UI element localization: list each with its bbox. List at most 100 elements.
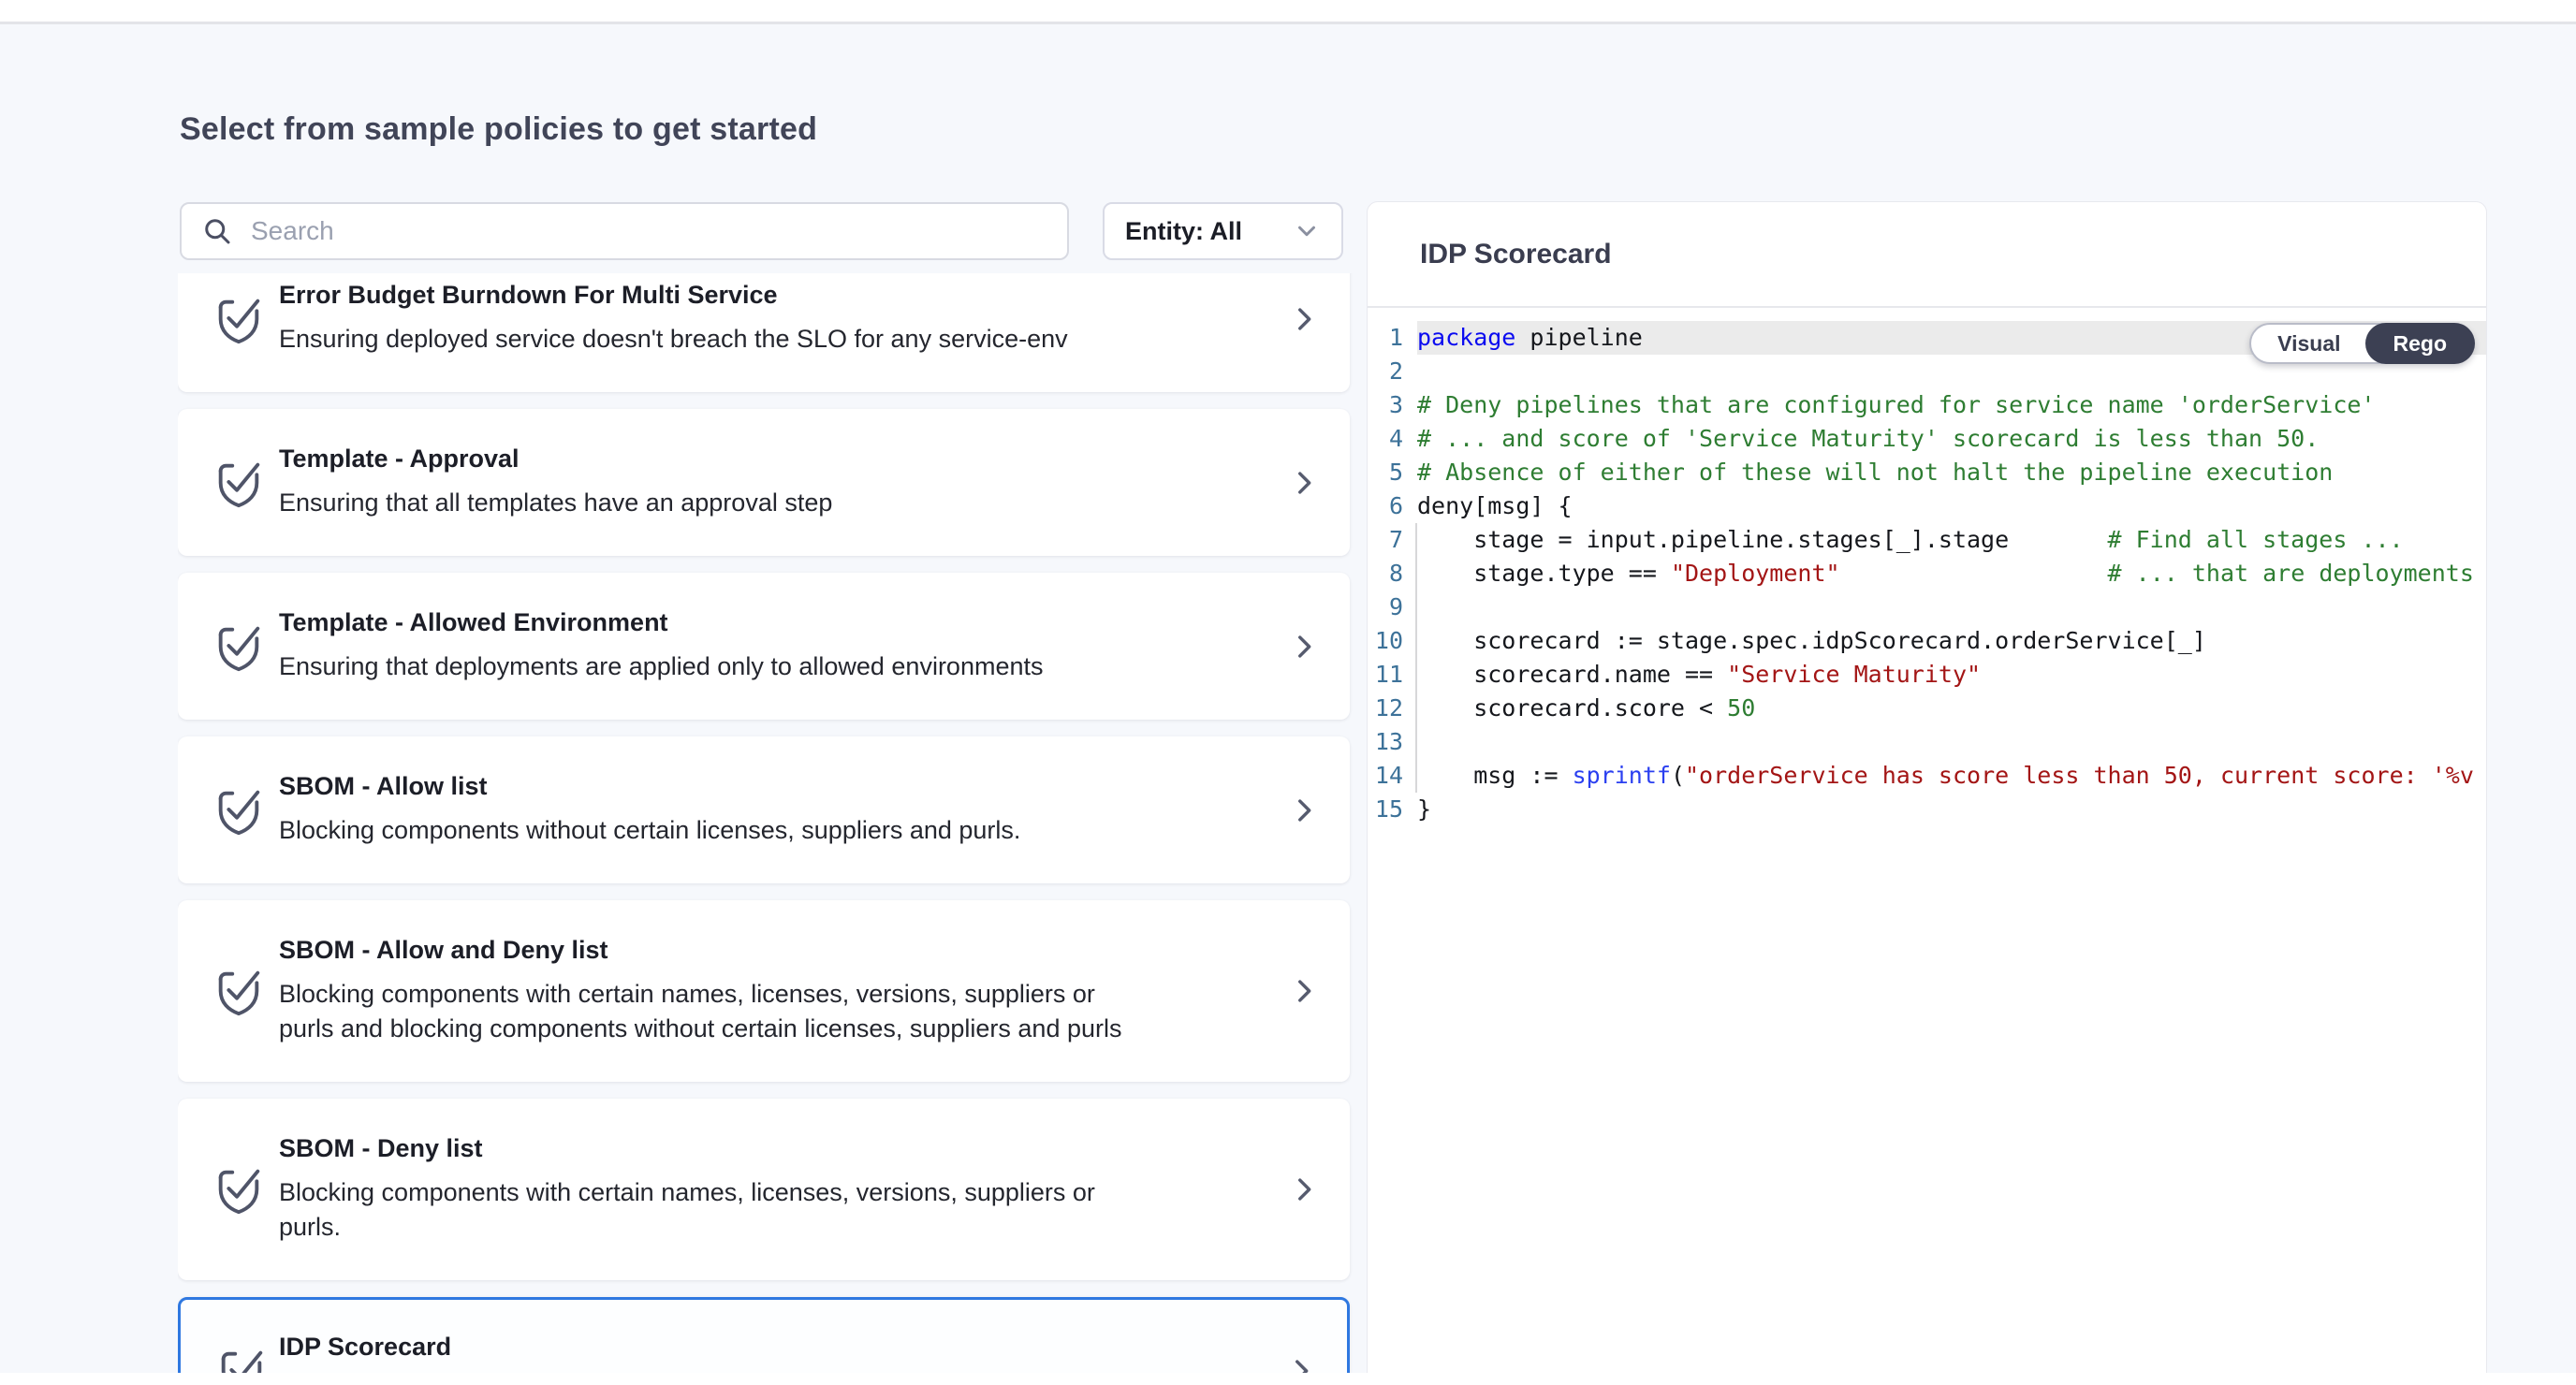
code-line-content: stage.type == "Deployment" # ... that ar…	[1417, 557, 2486, 590]
code-line-content: # Deny pipelines that are configured for…	[1417, 388, 2486, 422]
code-line-content	[1417, 590, 2486, 624]
policy-description: Blocking components with certain names, …	[279, 1175, 1247, 1245]
policy-card-1[interactable]: Error Budget Burndown For Multi Service …	[178, 273, 1350, 392]
line-number: 15	[1368, 793, 1403, 826]
code-segment: }	[1417, 795, 1431, 823]
code-segment: # ... and score of 'Service Maturity' sc…	[1417, 425, 2319, 452]
code-line-content: scorecard.name == "Service Maturity"	[1417, 658, 2486, 692]
entity-filter-label: Entity: All	[1125, 217, 1293, 246]
chevron-right-icon	[1288, 301, 1320, 342]
toggle-option-visual[interactable]: Visual	[2251, 325, 2366, 362]
code-line-content: stage = input.pipeline.stages[_].stage #…	[1417, 523, 2486, 557]
code-line: 6 deny[msg] {	[1368, 489, 2486, 523]
policy-description: Ensuring that deployments are applied on…	[279, 649, 1247, 684]
policy-title: SBOM - Allow and Deny list	[279, 934, 1247, 966]
line-number: 10	[1368, 624, 1403, 658]
code-segment: # Find all stages ...	[2108, 526, 2404, 553]
top-app-bar	[0, 0, 2576, 24]
code-line: 7 stage = input.pipeline.stages[_].stage…	[1368, 523, 2486, 557]
visual-rego-toggle[interactable]: VisualRego	[2249, 323, 2475, 364]
policy-card-6[interactable]: SBOM - Deny list Blocking components wit…	[178, 1099, 1350, 1280]
code-segment: scorecard.score <	[1417, 694, 1727, 722]
code-segment: sprintf	[1573, 762, 1671, 789]
chevron-right-icon	[1288, 465, 1320, 505]
code-segment: stage = input.pipeline.stages[_].stage	[1417, 526, 2108, 553]
code-line: 4 # ... and score of 'Service Maturity' …	[1368, 422, 2486, 456]
line-number: 2	[1368, 355, 1403, 388]
chevron-right-icon	[1288, 629, 1320, 669]
code-segment: scorecard.name ==	[1417, 661, 1727, 688]
line-number: 5	[1368, 456, 1403, 489]
code-line-content: scorecard.score < 50	[1417, 692, 2486, 725]
code-segment: # Deny pipelines that are configured for…	[1417, 391, 2376, 418]
policy-card-2[interactable]: Template - Approval Ensuring that all te…	[178, 409, 1350, 556]
code-line-content: msg := sprintf("orderService has score l…	[1417, 759, 2486, 793]
policy-card-5[interactable]: SBOM - Allow and Deny list Blocking comp…	[178, 900, 1350, 1082]
code-segment: "Service Maturity"	[1727, 661, 1981, 688]
code-segment: stage.type ==	[1417, 560, 1671, 587]
policy-description: Blocking components with certain names, …	[279, 977, 1247, 1046]
code-line: 5 # Absence of either of these will not …	[1368, 456, 2486, 489]
line-number: 11	[1368, 658, 1403, 692]
shield-check-icon	[212, 456, 266, 515]
rego-code-editor[interactable]: 1 package pipeline 2 3 # Deny pipelines …	[1368, 308, 2486, 1384]
code-segment: "Deployment"	[1671, 560, 1840, 587]
line-number: 6	[1368, 489, 1403, 523]
policy-title: IDP Scorecard	[279, 1331, 1247, 1363]
code-segment: deny[msg] {	[1417, 492, 1573, 519]
code-line: 14 msg := sprintf("orderService has scor…	[1368, 759, 2486, 793]
policy-card-3[interactable]: Template - Allowed Environment Ensuring …	[178, 573, 1350, 720]
line-number: 4	[1368, 422, 1403, 456]
chevron-right-icon	[1288, 973, 1320, 1013]
code-line: 15 }	[1368, 793, 2486, 826]
search-box[interactable]	[180, 202, 1069, 260]
code-line-content	[1417, 725, 2486, 759]
line-number: 9	[1368, 590, 1403, 624]
search-input[interactable]	[249, 215, 1048, 247]
code-segment: # ... that are deployments	[2108, 560, 2474, 587]
chevron-down-icon	[1293, 217, 1321, 245]
policy-title: SBOM - Deny list	[279, 1132, 1247, 1164]
code-line: 10 scorecard := stage.spec.idpScorecard.…	[1368, 624, 2486, 658]
policy-card-7-selected[interactable]: IDP Scorecard Ensuring service being dep…	[178, 1297, 1350, 1385]
code-segment: (	[1671, 762, 1685, 789]
entity-filter-dropdown[interactable]: Entity: All	[1103, 202, 1343, 260]
bottom-strip	[0, 1373, 2576, 1385]
code-segment: # Absence of either of these will not ha…	[1417, 459, 2333, 486]
code-line: 11 scorecard.name == "Service Maturity"	[1368, 658, 2486, 692]
line-number: 1	[1368, 321, 1403, 355]
search-icon	[200, 214, 234, 248]
shield-check-icon	[212, 964, 266, 1023]
preview-title: IDP Scorecard	[1420, 239, 1612, 270]
chevron-right-icon	[1288, 793, 1320, 833]
code-line-content: scorecard := stage.spec.idpScorecard.ord…	[1417, 624, 2486, 658]
toggle-option-rego[interactable]: Rego	[2365, 323, 2476, 364]
code-segment: msg :=	[1417, 762, 1573, 789]
line-number: 8	[1368, 557, 1403, 590]
policy-title: Error Budget Burndown For Multi Service	[279, 279, 1247, 311]
line-number: 12	[1368, 692, 1403, 725]
code-segment: scorecard := stage.spec.idpScorecard.ord…	[1417, 627, 2206, 654]
code-line-content: # ... and score of 'Service Maturity' sc…	[1417, 422, 2486, 456]
policy-description: Ensuring that all templates have an appr…	[279, 486, 1247, 520]
line-number: 3	[1368, 388, 1403, 422]
code-line: 9	[1368, 590, 2486, 624]
line-number: 13	[1368, 725, 1403, 759]
page-title: Select from sample policies to get start…	[180, 111, 817, 148]
code-line: 12 scorecard.score < 50	[1368, 692, 2486, 725]
code-segment: 50	[1727, 694, 1755, 722]
preview-header: IDP Scorecard	[1368, 202, 2486, 308]
shield-check-icon	[212, 292, 266, 351]
shield-check-icon	[212, 620, 266, 678]
code-line: 3 # Deny pipelines that are configured f…	[1368, 388, 2486, 422]
code-line-content: deny[msg] {	[1417, 489, 2486, 523]
policy-description: Blocking components without certain lice…	[279, 813, 1247, 848]
policy-card-4[interactable]: SBOM - Allow list Blocking components wi…	[178, 736, 1350, 883]
policy-preview-panel: IDP Scorecard 1 package pipeline 2 3 # D…	[1367, 201, 2487, 1385]
shield-check-icon	[212, 1162, 266, 1221]
code-segment: pipeline	[1515, 324, 1642, 351]
code-segment: package	[1417, 324, 1515, 351]
line-number: 7	[1368, 523, 1403, 557]
chevron-right-icon	[1288, 1172, 1320, 1212]
shield-check-icon	[212, 783, 266, 842]
